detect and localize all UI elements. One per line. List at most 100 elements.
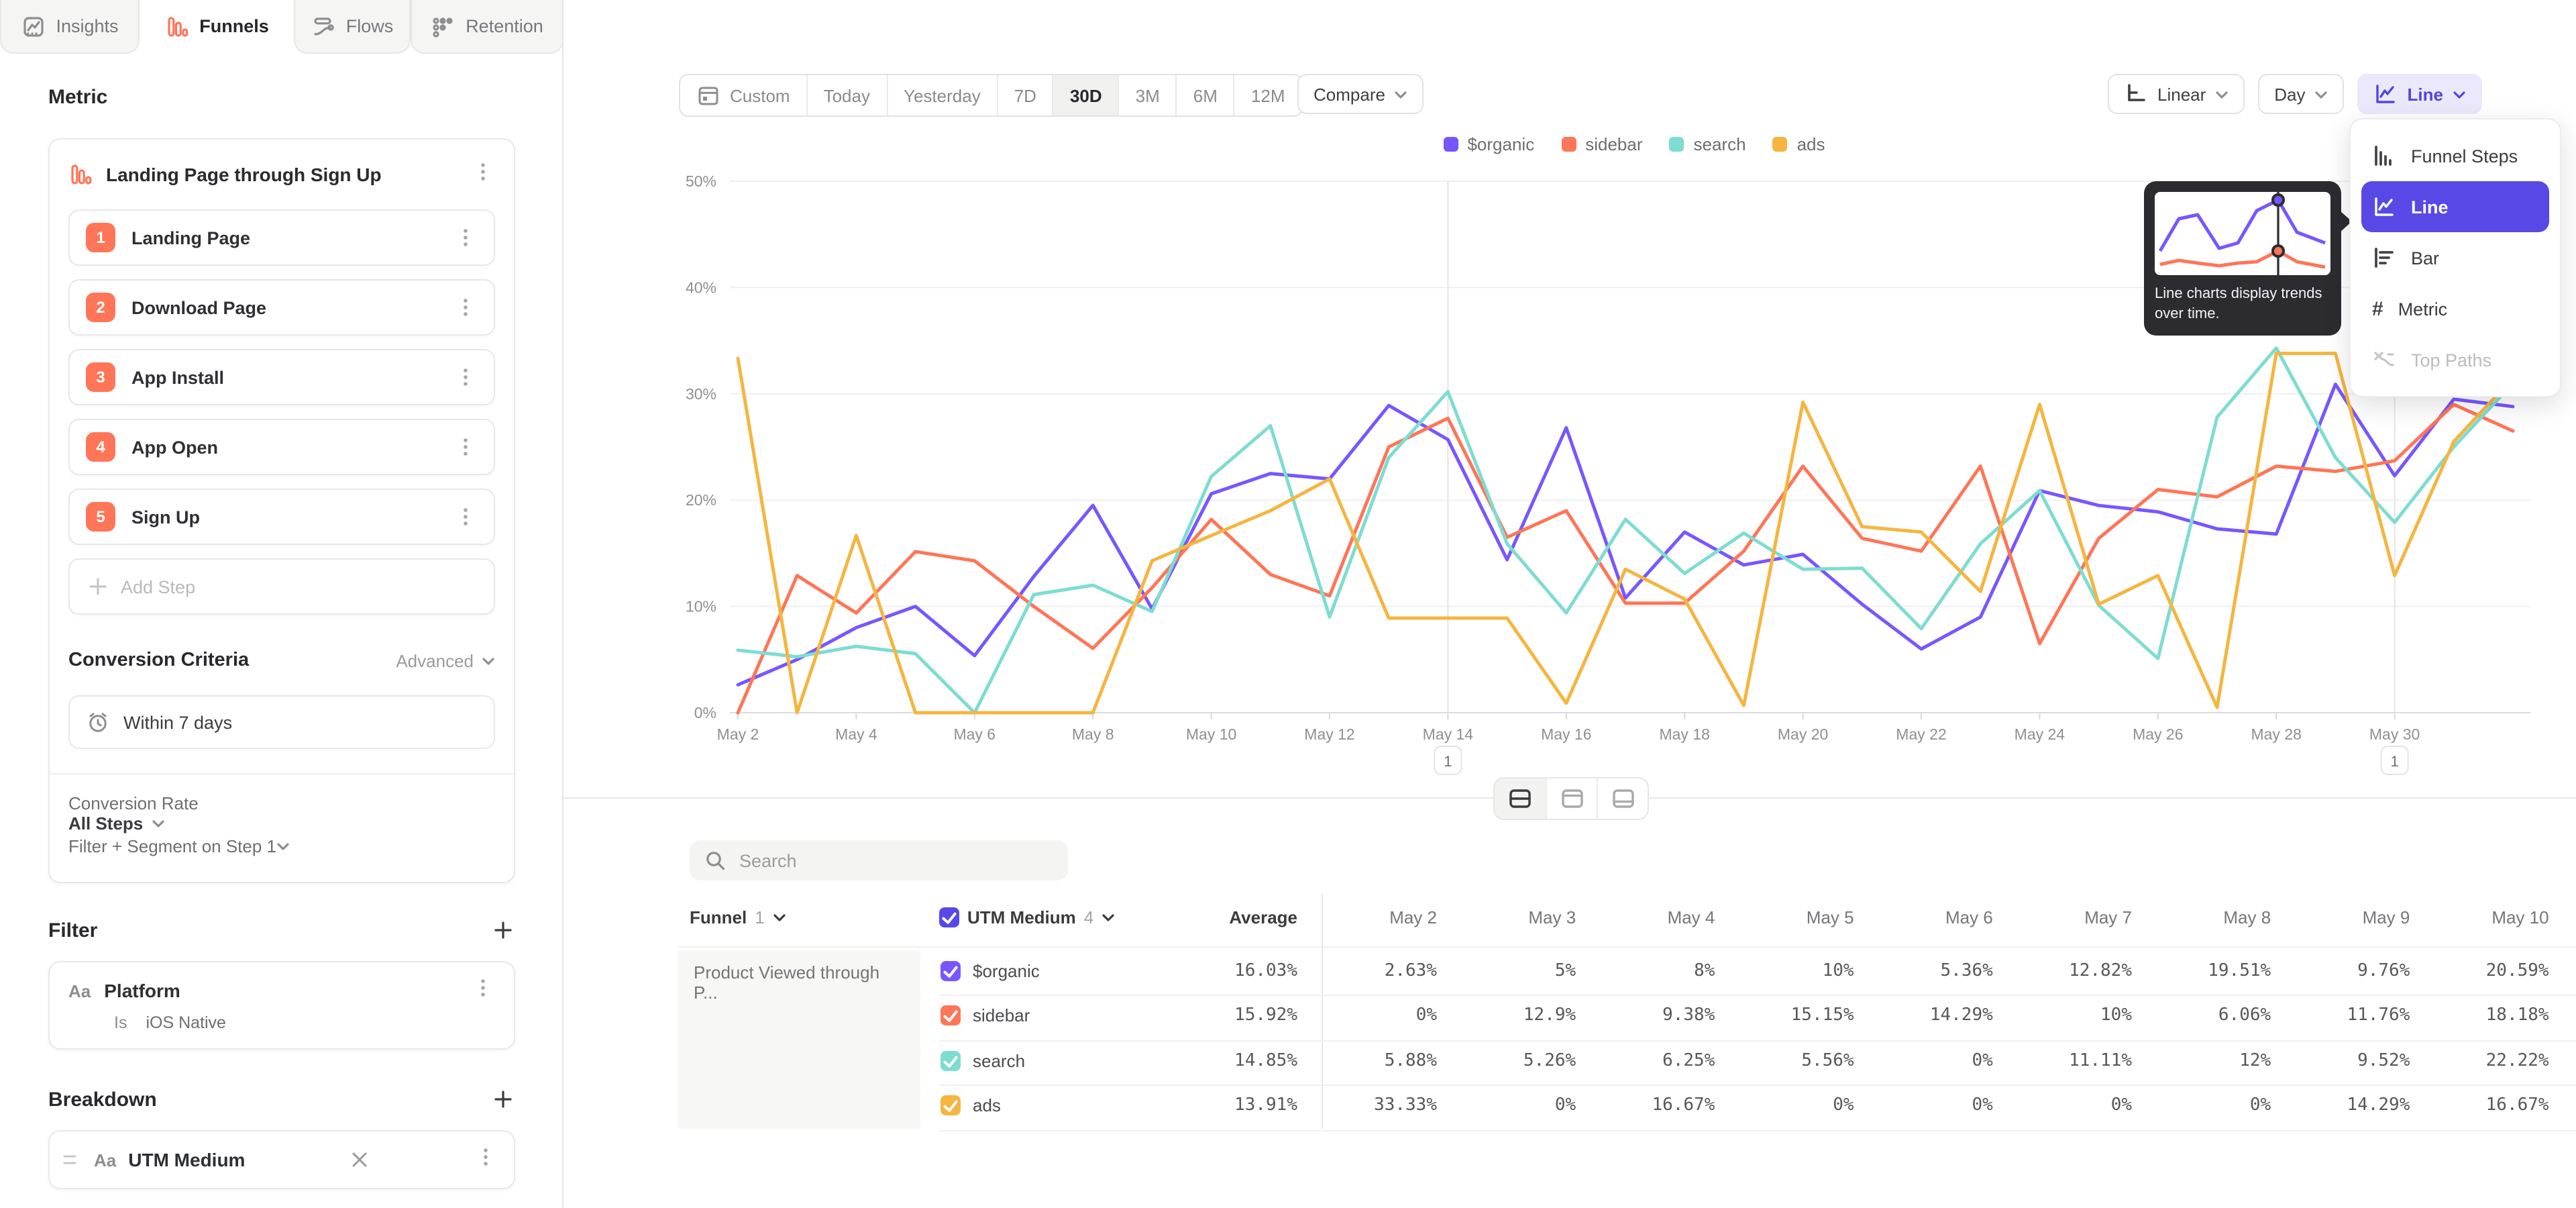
report-tabs: Insights FunnelsFlowsRetention	[0, 0, 564, 54]
cell-value: 9.52%	[2357, 1050, 2410, 1070]
funnel-column-header[interactable]: Funnel1	[690, 907, 786, 927]
funnel-step-5[interactable]: 5Sign Up	[68, 489, 495, 545]
date-column-header: May 2	[1389, 907, 1437, 927]
plus-icon[interactable]	[491, 918, 515, 942]
select-all-checkbox[interactable]	[939, 907, 959, 927]
funnel-steps-icon	[2372, 144, 2396, 168]
funnel-step-4[interactable]: 4App Open	[68, 419, 495, 475]
row-label-search[interactable]: search	[973, 1050, 1025, 1070]
breakdown-heading: Breakdown	[48, 1088, 157, 1111]
drag-handle-icon[interactable]	[58, 1148, 82, 1172]
all-steps-dropdown[interactable]: All Steps	[68, 813, 495, 834]
funnels-analytics-app: Insights FunnelsFlowsRetention Metric Lan…	[0, 0, 2576, 1208]
tab-funnels[interactable]: Funnels	[140, 0, 294, 54]
row-checkbox-sidebar[interactable]	[941, 1005, 961, 1025]
kebab-icon[interactable]	[453, 505, 478, 529]
cell-value: 5%	[1555, 960, 1576, 980]
chevron-down-icon	[1102, 912, 1115, 923]
table-view-toggle[interactable]	[1597, 778, 1648, 819]
advanced-dropdown[interactable]: Advanced	[396, 650, 495, 670]
range-button-30d[interactable]: 30D	[1053, 75, 1118, 115]
row-checkbox-ads[interactable]	[941, 1095, 961, 1115]
row-checkbox-search[interactable]	[941, 1050, 961, 1070]
kebab-icon[interactable]	[453, 435, 478, 459]
menu-item-funnel-steps[interactable]: Funnel Steps	[2361, 130, 2549, 181]
funnel-step-3[interactable]: 3App Install	[68, 349, 495, 405]
menu-item-line[interactable]: Line	[2361, 181, 2549, 232]
menu-item-metric[interactable]: #Metric	[2361, 283, 2549, 334]
search-placeholder: Search	[739, 850, 797, 870]
menu-item-label: Line	[2411, 197, 2449, 217]
range-button-yesterday[interactable]: Yesterday	[886, 75, 997, 115]
tab-retention[interactable]: Retention	[411, 0, 564, 54]
filter-segment-dropdown[interactable]: Filter + Segment on Step 1	[68, 836, 495, 863]
add-step-button[interactable]: Add Step	[68, 558, 495, 615]
search-icon	[704, 849, 727, 872]
interval-dropdown[interactable]: Day	[2258, 74, 2344, 114]
kebab-icon[interactable]	[471, 975, 495, 1006]
step-label: Landing Page	[131, 228, 453, 248]
annotation-marker[interactable]: 1	[2381, 746, 2408, 774]
main-panel: CustomToday Yesterday 7D30D3M6M12M Compare…	[564, 0, 2576, 1208]
scale-dropdown[interactable]: Linear	[2108, 74, 2245, 114]
tab-flows[interactable]: Flows	[294, 0, 411, 54]
kebab-icon[interactable]	[453, 365, 478, 389]
row-separator	[939, 1129, 2576, 1131]
range-button-3m[interactable]: 3M	[1118, 75, 1176, 115]
cell-value: 0%	[1555, 1095, 1576, 1115]
kebab-icon[interactable]	[474, 1144, 498, 1175]
chart-type-menu: Funnel StepsLineBar#MetricTop Paths	[2349, 118, 2561, 397]
compare-button[interactable]: Compare	[1297, 74, 1424, 114]
plus-icon[interactable]	[491, 1087, 515, 1111]
range-button-today[interactable]: Today	[806, 75, 886, 115]
svg-text:30%: 30%	[686, 385, 716, 403]
annotation-marker[interactable]: 1	[1434, 746, 1461, 774]
range-button-7d[interactable]: 7D	[997, 75, 1053, 115]
legend-item-ads[interactable]: ads	[1773, 134, 1825, 154]
funnel-step-1[interactable]: 1Landing Page	[68, 209, 495, 266]
close-icon[interactable]	[347, 1148, 372, 1172]
range-button-6m[interactable]: 6M	[1176, 75, 1234, 115]
cell-value: 19.51%	[2208, 960, 2271, 980]
menu-item-bar[interactable]: Bar	[2361, 232, 2549, 283]
chevron-down-icon	[1395, 84, 1408, 104]
breakdown-card[interactable]: Aa UTM Medium	[48, 1130, 515, 1189]
kebab-icon[interactable]	[453, 225, 478, 250]
split-view-toggle[interactable]	[1495, 778, 1546, 819]
conversion-criteria-row: Conversion Criteria Advanced	[68, 644, 495, 676]
chart-type-dropdown[interactable]: Line	[2358, 74, 2482, 114]
chevron-down-icon	[2453, 84, 2466, 104]
funnel-name-cell[interactable]: Product Viewed through P...	[678, 950, 920, 1129]
breakdown-column-header[interactable]: UTM Medium4	[939, 907, 1115, 927]
search-input[interactable]: Search	[690, 840, 1068, 880]
legend-item-search[interactable]: search	[1670, 134, 1746, 154]
range-label: Yesterday	[904, 85, 981, 105]
funnel-title-row[interactable]: Landing Page through Sign Up	[68, 158, 495, 191]
svg-text:May 2: May 2	[717, 725, 759, 743]
range-button-custom[interactable]: Custom	[680, 75, 806, 115]
menu-item-label: Metric	[2398, 299, 2448, 319]
range-button-12m[interactable]: 12M	[1234, 75, 1301, 115]
cell-value: 9.38%	[1662, 1005, 1715, 1025]
row-checkbox-organic[interactable]	[941, 960, 961, 980]
row-label-organic[interactable]: $organic	[973, 960, 1040, 980]
filter-card[interactable]: Aa Platform Is iOS Native	[48, 961, 515, 1050]
legend-item-organic[interactable]: $organic	[1443, 134, 1534, 154]
kebab-icon[interactable]	[453, 295, 478, 319]
conversion-window-button[interactable]: Within 7 days	[68, 695, 495, 749]
cell-value: 5.36%	[1941, 960, 1993, 980]
kebab-icon[interactable]	[471, 159, 495, 190]
legend-item-sidebar[interactable]: sidebar	[1561, 134, 1642, 154]
svg-text:0%: 0%	[694, 704, 716, 721]
legend-label: search	[1694, 134, 1746, 154]
row-label-ads[interactable]: ads	[973, 1095, 1001, 1115]
date-column-header: May 3	[1528, 907, 1576, 927]
cell-value: 5.56%	[1801, 1050, 1854, 1070]
legend-swatch	[1443, 137, 1458, 152]
row-label-sidebar[interactable]: sidebar	[973, 1005, 1030, 1025]
tab-label: Insights	[56, 16, 118, 36]
calendar-icon	[696, 83, 720, 107]
chart-view-toggle[interactable]	[1546, 778, 1597, 819]
funnel-step-2[interactable]: 2Download Page	[68, 279, 495, 336]
tab-insights[interactable]: Insights	[0, 0, 140, 54]
